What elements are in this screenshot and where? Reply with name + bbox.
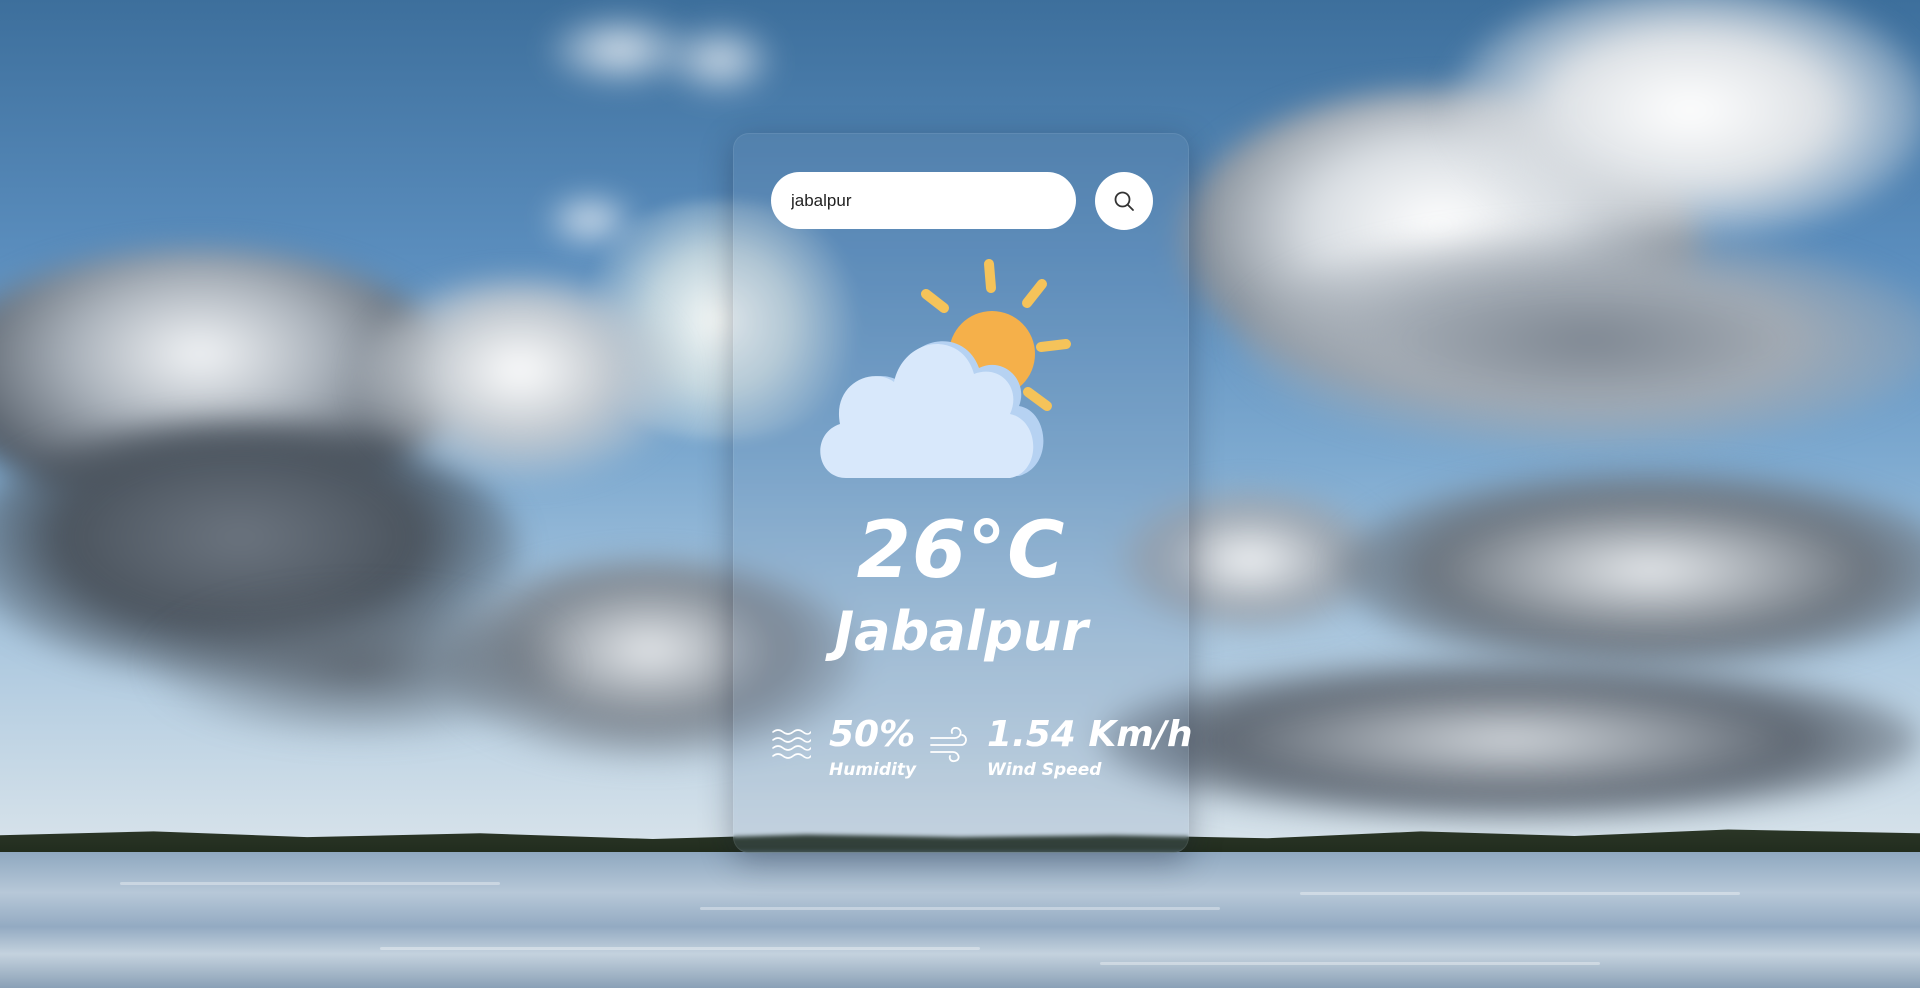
water-reflection <box>1300 892 1740 895</box>
weather-details: 50% Humidity 1.54 Km/h Wind Speed <box>771 712 1193 782</box>
weather-card: 26°C Jabalpur 50% Humidity <box>733 133 1193 853</box>
background-cloud <box>1240 230 1920 450</box>
search-button[interactable] <box>1095 172 1153 230</box>
background-cloud <box>660 20 780 100</box>
wind-speed-block: 1.54 Km/h Wind Speed <box>929 712 1193 782</box>
background-cloud <box>150 590 570 740</box>
city-search-input[interactable] <box>771 172 1076 229</box>
water-reflection <box>380 947 980 950</box>
wind-speed-label: Wind Speed <box>987 760 1102 780</box>
lake-water <box>0 852 1920 988</box>
humidity-label: Humidity <box>829 760 917 780</box>
background-cloud <box>1100 660 1920 820</box>
water-reflection <box>700 907 1220 910</box>
humidity-waves-icon <box>772 729 811 759</box>
search-icon <box>1114 191 1134 211</box>
water-reflection <box>120 882 500 885</box>
partly-cloudy-icon <box>820 259 1071 478</box>
wind-icon <box>930 726 967 763</box>
humidity-block: 50% Humidity <box>771 712 921 782</box>
humidity-value: 50% <box>829 714 916 755</box>
search-bar <box>771 172 1153 230</box>
wind-speed-value: 1.54 Km/h <box>987 714 1193 755</box>
water-reflection <box>1100 962 1600 965</box>
background-cloud <box>540 190 640 250</box>
background-cloud <box>360 280 680 480</box>
city-name: Jabalpur <box>834 600 1088 663</box>
temperature-value: 26°C <box>856 506 1066 596</box>
